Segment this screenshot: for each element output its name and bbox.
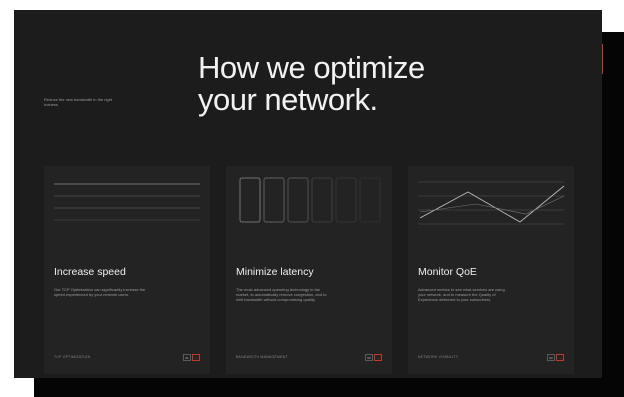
card-footer: Bandwidth management 02 → xyxy=(236,354,382,362)
card-buttons: 02 → xyxy=(365,354,382,361)
card-description: Advanced metrics to see what services ar… xyxy=(418,287,505,303)
page-title-line2: your network. xyxy=(198,82,378,117)
arrow-right-icon[interactable]: → xyxy=(192,354,200,361)
card-tag: Network visibility xyxy=(418,355,459,359)
card-title: Minimize latency xyxy=(236,266,314,278)
card-index-button[interactable]: 03 xyxy=(547,354,555,361)
lines-illustration-icon xyxy=(54,183,200,221)
card-tag: Bandwidth management xyxy=(236,355,288,359)
card-buttons: 01 → xyxy=(183,354,200,361)
card-minimize-latency[interactable]: Minimize latency The most advanced queue… xyxy=(226,166,392,374)
card-increase-speed[interactable]: Increase speed Our TCP Optimization can … xyxy=(44,166,210,374)
card-monitor-qoe[interactable]: Monitor QoE Advanced metrics to see what… xyxy=(408,166,574,374)
card-tag: TCP optimization xyxy=(54,355,91,359)
page-title-line1: How we optimize xyxy=(198,50,425,85)
card-footer: TCP optimization 01 → xyxy=(54,354,200,362)
card-index-button[interactable]: 01 xyxy=(183,354,191,361)
page-title: How we optimize your network. xyxy=(198,52,425,116)
header-tagline: Reduce the new bandwidth in the right ho… xyxy=(44,97,113,107)
bars-illustration-icon xyxy=(239,177,381,223)
card-description: The most advanced queueing technology in… xyxy=(236,287,327,303)
card-buttons: 03 → xyxy=(547,354,564,361)
arrow-right-icon[interactable]: → xyxy=(374,354,382,361)
card-description: Our TCP Optimization can significantly i… xyxy=(54,287,146,298)
graph-illustration-icon xyxy=(418,181,565,225)
card-title: Increase speed xyxy=(54,266,126,278)
card-footer: Network visibility 03 → xyxy=(418,354,564,362)
card-index-button[interactable]: 02 xyxy=(365,354,373,361)
arrow-right-icon[interactable]: → xyxy=(556,354,564,361)
main-panel: Reduce the new bandwidth in the right ho… xyxy=(14,10,602,378)
card-title: Monitor QoE xyxy=(418,266,477,278)
